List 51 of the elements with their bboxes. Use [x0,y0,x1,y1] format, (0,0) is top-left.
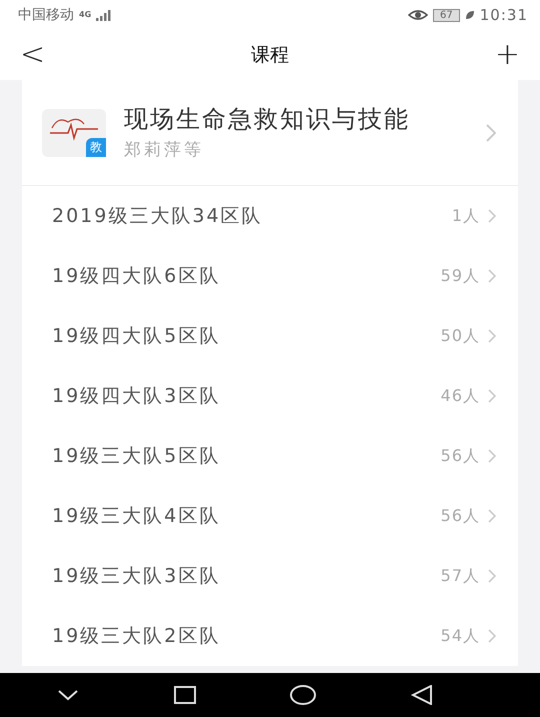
network-type: 4G [79,11,92,19]
class-name: 19级三大队5区队 [52,444,222,469]
class-row[interactable]: 19级三大队3区队 57人 [22,546,518,606]
class-row[interactable]: 19级三大队5区队 56人 [22,426,518,486]
chevron-icon [488,509,496,523]
member-count: 1人 [452,206,480,226]
signal-icon [96,10,112,20]
member-count: 57人 [440,566,480,586]
battery-indicator: 67 [433,8,460,22]
class-row[interactable]: 19级四大队6区队 59人 [22,246,518,306]
class-row[interactable]: 19级四大队3区队 46人 [22,366,518,426]
class-name: 19级三大队3区队 [52,564,222,589]
chevron-icon [488,629,496,643]
chevron-icon [488,449,496,463]
course-card[interactable]: 教 现场生命急救知识与技能 郑莉萍等 [22,80,518,186]
class-name: 19级四大队5区队 [52,324,222,349]
carrier-name: 中国移动 [18,6,74,24]
course-title: 现场生命急救知识与技能 [124,104,411,134]
leaf-icon [464,10,475,20]
class-row[interactable]: 19级三大队4区队 56人 [22,486,518,546]
chevron-icon [488,389,496,403]
teacher-badge: 教 [86,138,106,156]
class-name: 19级四大队3区队 [52,384,222,409]
member-count: 56人 [440,506,480,526]
home-icon[interactable] [290,685,316,705]
member-count: 46人 [440,386,480,406]
back-button[interactable]: < [14,40,52,70]
back-icon[interactable] [410,685,433,705]
member-count: 56人 [440,446,480,466]
page-title: 课程 [251,43,289,68]
chevron-icon [488,209,496,223]
chevron-icon [488,329,496,343]
class-row[interactable]: 2019级三大队34区队 1人 [22,186,518,246]
class-name: 19级三大队2区队 [52,624,222,649]
clock-time: 10:31 [480,6,528,24]
recents-icon[interactable] [174,686,196,704]
eye-icon [408,9,428,21]
course-teachers: 郑莉萍等 [124,139,205,161]
class-row[interactable]: 19级四大队5区队 50人 [22,306,518,366]
member-count: 54人 [440,626,480,646]
member-count: 50人 [440,326,480,346]
collapse-icon[interactable] [57,689,80,701]
member-count: 59人 [440,266,480,286]
chevron-icon [488,569,496,583]
add-button[interactable]: + [488,40,526,70]
chevron-icon [488,269,496,283]
chevron-icon [486,124,496,142]
class-name: 19级三大队4区队 [52,504,222,529]
class-row[interactable]: 19级三大队2区队 54人 [22,606,518,666]
class-name: 19级四大队6区队 [52,264,222,289]
class-name: 2019级三大队34区队 [52,204,264,229]
